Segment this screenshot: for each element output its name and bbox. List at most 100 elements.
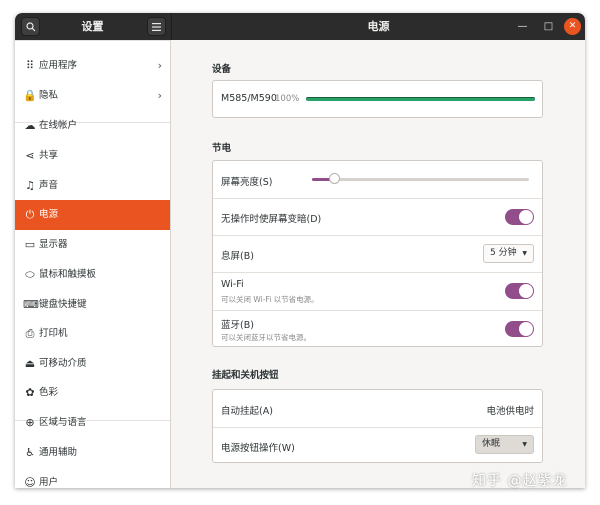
battery-bar-fill (306, 97, 535, 101)
brightness-slider-handle[interactable] (328, 173, 340, 184)
grid-icon: ⠿ (25, 59, 35, 72)
bluetooth-description: 可以关闭蓝牙以节省电源。 (221, 333, 311, 342)
sidebar-item-label: 应用程序 (39, 60, 78, 71)
color-icon: ✿ (25, 386, 35, 399)
blank-screen-label: 息屏(B) (221, 251, 254, 262)
wifi-description: 可以关闭 Wi-Fi 以节省电源。 (221, 295, 319, 304)
blank-screen-row: 息屏(B) 5 分钟 ▼ (213, 236, 542, 272)
cloud-icon: ☁ (24, 119, 36, 132)
sidebar-item-label: 键盘快捷键 (39, 299, 87, 310)
hamburger-menu-icon (152, 21, 161, 34)
sidebar-item-4[interactable]: ♫ 声音 (15, 171, 170, 201)
keyboard-icon: ⌨ (23, 298, 39, 311)
sidebar-item-11[interactable]: ✿ 色彩 (15, 378, 170, 408)
watermark: 知乎 @赵紫龙 (472, 473, 568, 489)
power-button-value: 休眠 (482, 439, 501, 449)
sidebar-item-6[interactable]: ▭ 显示器 (15, 230, 170, 260)
devices-panel: M585/M590 100% (212, 80, 543, 118)
power-button-label: 电源按钮操作(W) (221, 443, 295, 454)
brightness-slider-track[interactable] (312, 173, 529, 184)
power-icon: ⏻ (25, 208, 35, 221)
sidebar-item-5[interactable]: ⏻ 电源 (15, 200, 170, 230)
dim-screen-row: 无操作时使屏幕变暗(D) (213, 199, 542, 235)
settings-window: 设置 电源 — □ ✕ ⠿ 应用程序 › 🔒 隐私 › ☁ 在线帐户 ⋖ 共享 ♫ 声音 ⏻ 电源 ▭ 显示器… (15, 13, 585, 488)
share-icon: ⋖ (25, 149, 35, 162)
lock-icon: 🔒 (23, 89, 37, 102)
menu-button[interactable] (147, 17, 166, 36)
sidebar-separator (15, 40, 170, 41)
toggle-knob (519, 322, 533, 336)
power-saving-section-title: 节电 (212, 143, 232, 154)
sidebar-item-3[interactable]: ⋖ 共享 (15, 141, 170, 171)
bluetooth-label: 蓝牙(B) (221, 320, 254, 331)
sidebar-item-14[interactable]: ☺ 用户 (15, 468, 170, 488)
toggle-knob (519, 284, 533, 298)
removable-media-icon: ⏏ (24, 357, 36, 370)
power-button-row: 电源按钮操作(W) 休眠 ▼ (213, 428, 542, 463)
users-icon: ☺ (24, 476, 36, 488)
maximize-button[interactable]: □ (540, 18, 557, 35)
sidebar-title: 设置 (81, 20, 104, 33)
printer-icon: ⎙ (25, 327, 35, 340)
globe-icon: ⊕ (25, 416, 35, 429)
close-button[interactable]: ✕ (564, 18, 581, 35)
wifi-toggle[interactable] (505, 283, 534, 299)
sidebar-item-label: 共享 (39, 150, 59, 161)
blank-screen-value: 5 分钟 (490, 248, 517, 258)
minimize-icon: — (517, 21, 528, 32)
chevron-down-icon: ▼ (522, 441, 527, 448)
wifi-label: Wi-Fi (221, 279, 244, 290)
brightness-row: 屏幕亮度(S) (213, 161, 542, 198)
search-button[interactable] (21, 17, 40, 36)
wifi-row: Wi-Fi 可以关闭 Wi-Fi 以节省电源。 (213, 273, 542, 310)
bluetooth-toggle[interactable] (505, 321, 534, 337)
sidebar-item-label: 区域与语言 (39, 417, 87, 428)
battery-bar (306, 97, 535, 101)
power-saving-panel: 屏幕亮度(S) 无操作时使屏幕变暗(D) 息屏(B) 5 分钟 ▼ Wi-Fi … (212, 160, 543, 347)
brightness-label: 屏幕亮度(S) (221, 177, 273, 188)
sidebar-item-label: 鼠标和触摸板 (39, 269, 97, 280)
sidebar-item-label: 用户 (39, 477, 59, 488)
accessibility-icon: ♿ (25, 446, 35, 459)
power-button-dropdown[interactable]: 休眠 ▼ (475, 435, 534, 454)
sidebar-item-9[interactable]: ⎙ 打印机 (15, 319, 170, 349)
titlebar: 设置 电源 — □ ✕ (15, 13, 585, 40)
sidebar-item-label: 可移动介质 (39, 358, 87, 369)
sidebar-item-2[interactable]: ☁ 在线帐户 (15, 111, 170, 141)
chevron-down-icon: ▼ (522, 250, 527, 257)
sidebar-item-12[interactable]: ⊕ 区域与语言 (15, 408, 170, 438)
mouse-icon: ⬭ (25, 268, 35, 281)
toggle-knob (519, 210, 533, 224)
maximize-icon: □ (543, 21, 554, 32)
sidebar-item-7[interactable]: ⬭ 鼠标和触摸板 (15, 260, 170, 290)
auto-suspend-label: 自动挂起(A) (221, 406, 273, 417)
suspend-section-title: 挂起和关机按钮 (212, 370, 279, 381)
sidebar-item-label: 在线帐户 (39, 120, 78, 131)
sidebar: ⠿ 应用程序 › 🔒 隐私 › ☁ 在线帐户 ⋖ 共享 ♫ 声音 ⏻ 电源 ▭ 显示器 ⬭ 鼠标和触摸板 ⌨ 键盘快捷… (15, 40, 171, 488)
battery-percent: 100% (275, 94, 300, 104)
sidebar-item-10[interactable]: ⏏ 可移动介质 (15, 349, 170, 379)
music-note-icon: ♫ (25, 179, 35, 192)
device-name: M585/M590 (221, 93, 277, 104)
auto-suspend-row[interactable]: 自动挂起(A) 电池供电时 (213, 390, 542, 427)
sidebar-item-8[interactable]: ⌨ 键盘快捷键 (15, 290, 170, 320)
sidebar-item-label: 打印机 (39, 328, 68, 339)
chevron-right-icon: › (157, 59, 162, 72)
sidebar-item-13[interactable]: ♿ 通用辅助 (15, 438, 170, 468)
auto-suspend-value: 电池供电时 (486, 406, 534, 417)
blank-screen-dropdown[interactable]: 5 分钟 ▼ (483, 244, 534, 263)
sidebar-item-label: 色彩 (39, 387, 59, 398)
sidebar-item-label: 电源 (39, 209, 59, 220)
sidebar-item-label: 通用辅助 (39, 447, 78, 458)
minimize-button[interactable]: — (514, 18, 531, 35)
monitor-icon: ▭ (24, 238, 36, 251)
sidebar-item-label: 显示器 (39, 239, 68, 250)
suspend-panel: 自动挂起(A) 电池供电时 电源按钮操作(W) 休眠 ▼ (212, 389, 543, 463)
sidebar-item-0[interactable]: ⠿ 应用程序 › (15, 51, 170, 81)
power-panel: 设备 M585/M590 100% 节电 屏幕亮度(S) 无操作时使屏幕变暗(D… (171, 40, 585, 488)
chevron-right-icon: › (157, 89, 162, 102)
devices-section-title: 设备 (212, 64, 232, 75)
dim-screen-toggle[interactable] (505, 209, 534, 225)
sidebar-item-1[interactable]: 🔒 隐私 › (15, 81, 170, 111)
search-icon (25, 22, 36, 35)
